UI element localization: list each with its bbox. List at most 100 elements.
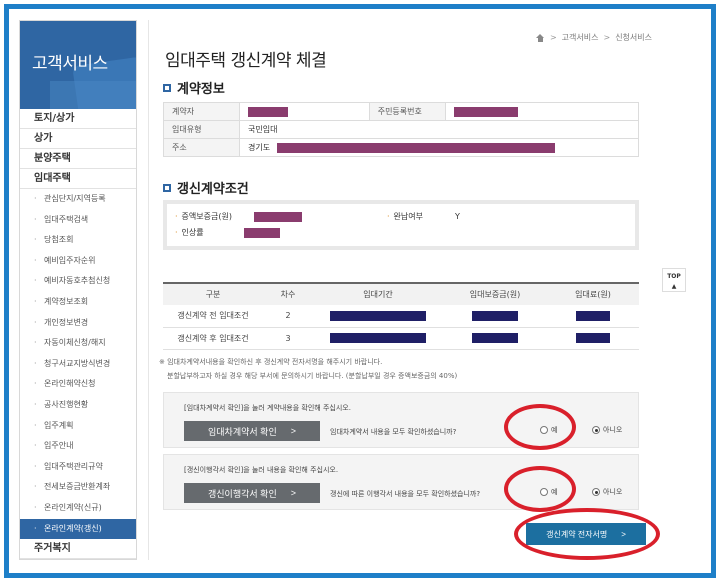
caret-up-icon: ▲ bbox=[671, 283, 677, 290]
sidebar-subitem[interactable]: 당첨조회 bbox=[20, 230, 136, 251]
redacted-mark bbox=[248, 106, 288, 117]
sidebar-title: 고객서비스 bbox=[32, 54, 108, 74]
label-paid-in-full: 완납여부 bbox=[393, 212, 423, 221]
chevron-right-icon: > bbox=[290, 426, 296, 436]
duty-confirm-button[interactable]: 갱신이행각서 확인 > bbox=[184, 483, 320, 503]
lease-instruction: [임대차계약서 확인]을 눌러 계약내용을 확인해 주십시오. bbox=[184, 404, 351, 412]
sidebar-item-land[interactable]: 토지/상가 bbox=[20, 109, 136, 129]
sidebar-subitem[interactable]: 전세보증금반환계좌 bbox=[20, 477, 136, 498]
radio-icon[interactable] bbox=[540, 426, 548, 434]
scroll-top-button[interactable]: TOP ▲ bbox=[662, 268, 686, 292]
dot-bullet-icon: · bbox=[387, 212, 390, 221]
radio-label: 아니오 bbox=[603, 426, 623, 434]
sidebar-item-rental-housing[interactable]: 임대주택 bbox=[20, 169, 136, 189]
rental-conditions-table: 구분 차수 임대기간 임대보증금(원) 임대료(원) 갱신계약 전 임대조건 2… bbox=[163, 282, 639, 350]
section-contract-info: 계약정보 bbox=[163, 78, 225, 97]
sidebar-item-sale-housing[interactable]: 분양주택 bbox=[20, 149, 136, 169]
redacted-mark bbox=[330, 310, 426, 321]
lease-confirm-button[interactable]: 임대차계약서 확인 > bbox=[184, 421, 320, 441]
sidebar-subitem[interactable]: 개인정보변경 bbox=[20, 313, 136, 334]
label-contractor: 계약자 bbox=[163, 102, 240, 121]
sidebar-subitem-active[interactable]: 온라인계약(갱신) bbox=[20, 518, 136, 540]
chevron-right-icon: > bbox=[290, 488, 296, 498]
sidebar-item-commercial[interactable]: 상가 bbox=[20, 129, 136, 149]
redacted-mark bbox=[330, 333, 426, 343]
sidebar: 고객서비스 토지/상가 상가 분양주택 임대주택 관심단지/지역등록 임대주택검… bbox=[19, 20, 137, 560]
notice-line: ※ 임대차계약서내용을 확인하신 후 갱신계약 전자서명을 해주시기 바랍니다. bbox=[159, 358, 383, 366]
deposit-cell bbox=[443, 305, 547, 328]
duty-instruction: [갱신이행각서 확인]을 눌러 내용을 확인해 주십시오. bbox=[184, 466, 339, 474]
duty-yes-radio[interactable]: 예 bbox=[540, 487, 557, 497]
contract-info-table: 계약자 주민등록번호 임대유형 국민임대 주소 경기도 bbox=[163, 102, 640, 157]
redacted-mark bbox=[453, 106, 518, 117]
square-bullet-icon bbox=[163, 183, 171, 192]
breadcrumb: > 고객서비스 > 신청서비스 bbox=[535, 32, 652, 43]
sidebar-subitem[interactable]: 임대주택관리규약 bbox=[20, 457, 136, 478]
sidebar-subitem[interactable]: 계약정보조회 bbox=[20, 292, 136, 313]
redacted-mark bbox=[576, 310, 610, 321]
chevron-right-icon: > bbox=[621, 529, 626, 539]
renewal-conditions-box: · 증액보증금(원) · 완납여부 Y · 인상률 bbox=[163, 200, 639, 250]
lease-yes-radio[interactable]: 예 bbox=[540, 425, 557, 435]
chevron-right-icon: > bbox=[603, 33, 611, 42]
duty-no-radio[interactable]: 아니오 bbox=[592, 487, 622, 497]
rental-type-value: 국민임대 bbox=[239, 120, 639, 139]
section-title: 갱신계약조건 bbox=[177, 182, 249, 197]
rental-period-cell bbox=[313, 327, 443, 350]
sidebar-subitem[interactable]: 자동이체신청/해지 bbox=[20, 333, 136, 354]
lease-no-radio[interactable]: 아니오 bbox=[592, 425, 622, 435]
home-icon[interactable] bbox=[535, 33, 545, 42]
main-content: > 고객서비스 > 신청서비스 임대주택 갱신계약 체결 계약정보 계약자 주민… bbox=[148, 20, 662, 560]
notice-line-1: 임대차계약서내용을 확인하신 후 갱신계약 전자서명을 해주시기 바랍니다. bbox=[167, 358, 383, 366]
redacted-mark bbox=[472, 310, 518, 321]
sidebar-subitem[interactable]: 임대주택검색 bbox=[20, 210, 136, 231]
label-rental-type: 임대유형 bbox=[163, 120, 240, 139]
label-deposit-increase: 증액보증금(원) bbox=[181, 212, 232, 221]
label-address: 주소 bbox=[163, 138, 240, 157]
breadcrumb-item[interactable]: 신청서비스 bbox=[615, 32, 652, 43]
row-increase-rate: · 인상률 bbox=[175, 227, 280, 238]
address-value: 경기도 bbox=[239, 138, 639, 157]
esign-button[interactable]: 갱신계약 전자서명 > bbox=[526, 523, 646, 545]
sidebar-subitem[interactable]: 공사진행현황 bbox=[20, 395, 136, 416]
sidebar-subitem[interactable]: 예비입주자순위 bbox=[20, 251, 136, 272]
sidebar-item-housing-welfare[interactable]: 주거복지 bbox=[20, 539, 136, 559]
duty-confirm-panel: [갱신이행각서 확인]을 눌러 내용을 확인해 주십시오. 갱신이행각서 확인 … bbox=[163, 454, 639, 510]
sidebar-subitem[interactable]: 청구서교지방식변경 bbox=[20, 354, 136, 375]
redacted-mark bbox=[472, 333, 518, 343]
row-deposit-increase: · 증액보증금(원) bbox=[175, 211, 302, 222]
radio-icon[interactable] bbox=[540, 488, 548, 496]
table-row: 갱신계약 후 임대조건 3 bbox=[163, 327, 639, 350]
sidebar-subitem[interactable]: 온라인계약(신규) bbox=[20, 498, 136, 519]
sidebar-subitem[interactable]: 온라인해약신청 bbox=[20, 374, 136, 395]
table-row: 갱신계약 전 임대조건 2 bbox=[163, 305, 639, 328]
section-renewal-conditions: 갱신계약조건 bbox=[163, 178, 249, 197]
rent-cell bbox=[547, 327, 639, 350]
square-bullet-icon bbox=[163, 83, 171, 92]
chevron-right-icon: > bbox=[549, 33, 557, 42]
sidebar-header: 고객서비스 bbox=[20, 21, 136, 109]
row-label: 갱신계약 후 임대조건 bbox=[163, 327, 263, 350]
breadcrumb-item[interactable]: 고객서비스 bbox=[562, 32, 599, 43]
row-round: 2 bbox=[263, 305, 313, 328]
sidebar-subitem[interactable]: 예비자동호추첨신청 bbox=[20, 271, 136, 292]
dot-bullet-icon: · bbox=[175, 212, 178, 221]
sidebar-subitem[interactable]: 입주계획 bbox=[20, 416, 136, 437]
column-header: 임대료(원) bbox=[547, 282, 639, 305]
column-header: 구분 bbox=[163, 282, 263, 305]
sidebar-subitem[interactable]: 관심단지/지역등록 bbox=[20, 189, 136, 210]
address-prefix: 경기도 bbox=[248, 143, 271, 152]
row-label: 갱신계약 전 임대조건 bbox=[163, 305, 263, 328]
redacted-mark bbox=[276, 142, 555, 153]
notice-text: ※ 임대차계약서내용을 확인하신 후 갱신계약 전자서명을 해주시기 바랍니다.… bbox=[159, 355, 457, 383]
radio-label: 예 bbox=[551, 426, 558, 434]
row-round: 3 bbox=[263, 327, 313, 350]
resident-no-value bbox=[444, 102, 640, 121]
lease-confirm-panel: [임대차계약서 확인]을 눌러 계약내용을 확인해 주십시오. 임대차계약서 확… bbox=[163, 392, 639, 448]
section-title: 계약정보 bbox=[177, 82, 225, 97]
sidebar-subitem[interactable]: 입주안내 bbox=[20, 436, 136, 457]
contractor-value bbox=[239, 102, 370, 121]
page-title: 임대주택 갱신계약 체결 bbox=[165, 51, 327, 71]
radio-checked-icon[interactable] bbox=[592, 488, 600, 496]
radio-checked-icon[interactable] bbox=[592, 426, 600, 434]
